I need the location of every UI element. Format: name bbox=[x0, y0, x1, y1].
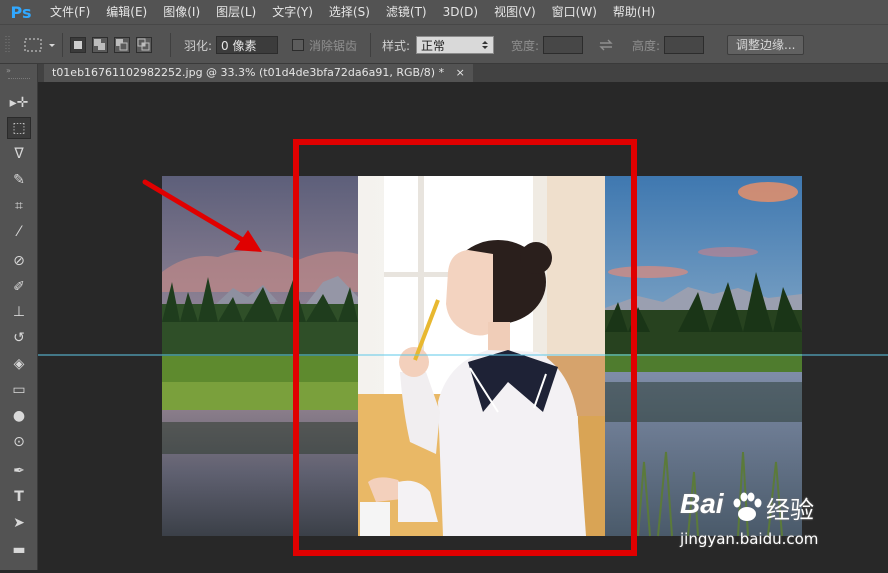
menu-file[interactable]: 文件(F) bbox=[42, 0, 98, 24]
subtract-selection-icon[interactable] bbox=[114, 37, 130, 53]
antialias-checkbox[interactable] bbox=[292, 39, 304, 51]
path-select-tool-icon[interactable]: ➤ bbox=[7, 512, 31, 534]
add-selection-icon[interactable] bbox=[92, 37, 108, 53]
menu-view[interactable]: 视图(V) bbox=[486, 0, 544, 24]
height-input[interactable] bbox=[664, 36, 705, 54]
menu-type[interactable]: 文字(Y) bbox=[264, 0, 321, 24]
document-tab-title: t01eb16761102982252.jpg @ 33.3% (t01d4de… bbox=[52, 66, 445, 79]
watermark-brand: Bai bbox=[680, 488, 724, 519]
shape-tool-icon[interactable]: ▬ bbox=[7, 539, 31, 561]
lasso-tool-icon[interactable]: ᐁ bbox=[7, 143, 31, 165]
feather-label: 羽化: bbox=[184, 38, 213, 53]
menu-3d[interactable]: 3D(D) bbox=[435, 0, 486, 24]
refine-edge-button[interactable]: 调整边缘... bbox=[727, 35, 805, 55]
menu-window[interactable]: 窗口(W) bbox=[544, 0, 605, 24]
style-select-value: 正常 bbox=[421, 39, 446, 53]
type-tool-icon[interactable]: T bbox=[7, 486, 31, 508]
intersect-selection-icon[interactable] bbox=[136, 37, 152, 53]
crop-tool-icon[interactable]: ⌗ bbox=[7, 195, 31, 217]
feather-input[interactable]: 0 像素 bbox=[216, 36, 279, 54]
brush-tool-icon[interactable]: ✐ bbox=[7, 276, 31, 298]
document-tab[interactable]: t01eb16761102982252.jpg @ 33.3% (t01d4de… bbox=[44, 64, 473, 82]
marquee-tool-icon[interactable]: ⬚ bbox=[7, 117, 31, 139]
collapse-panel-icon[interactable]: » bbox=[6, 66, 11, 75]
dodge-tool-icon[interactable]: ⊙ bbox=[7, 431, 31, 453]
selection-mode-group bbox=[70, 25, 152, 65]
baidu-watermark: Bai 经验 jingyan.baidu.com bbox=[678, 486, 888, 556]
toolbox: » ▸✛ ⬚ ᐁ ✎ ⌗ ⁄ ⊘ ✐ ⊥ ↺ ◈ ▭ ● ⊙ ✒ T ➤ ▬ bbox=[0, 64, 38, 570]
updown-arrow-icon bbox=[482, 41, 489, 49]
height-label: 高度: bbox=[632, 38, 661, 53]
move-tool-icon[interactable]: ▸✛ bbox=[7, 92, 31, 114]
menu-edit[interactable]: 编辑(E) bbox=[98, 0, 155, 24]
grip-icon bbox=[5, 36, 10, 54]
swap-dimensions-icon[interactable] bbox=[598, 25, 614, 65]
close-tab-icon[interactable]: × bbox=[456, 66, 465, 79]
canvas-workspace[interactable]: Bai 经验 jingyan.baidu.com bbox=[38, 82, 888, 570]
blur-tool-icon[interactable]: ● bbox=[7, 405, 31, 427]
style-label: 样式: bbox=[382, 38, 411, 53]
watermark-brand-cn: 经验 bbox=[766, 496, 814, 524]
menu-select[interactable]: 选择(S) bbox=[321, 0, 378, 24]
document-tab-bar: t01eb16761102982252.jpg @ 33.3% (t01d4de… bbox=[38, 64, 888, 82]
eyedropper-tool-icon[interactable]: ⁄ bbox=[7, 221, 31, 243]
style-select[interactable]: 正常 bbox=[416, 36, 495, 54]
gradient-tool-icon[interactable]: ▭ bbox=[7, 379, 31, 401]
menu-bar: Ps 文件(F) 编辑(E) 图像(I) 图层(L) 文字(Y) 选择(S) 滤… bbox=[0, 0, 888, 24]
options-grip bbox=[4, 25, 12, 65]
watermark-url: jingyan.baidu.com bbox=[680, 530, 819, 548]
quick-select-tool-icon[interactable]: ✎ bbox=[7, 169, 31, 191]
eraser-tool-icon[interactable]: ◈ bbox=[7, 353, 31, 375]
width-input[interactable] bbox=[543, 36, 584, 54]
menu-layer[interactable]: 图层(L) bbox=[208, 0, 264, 24]
pen-tool-icon[interactable]: ✒ bbox=[7, 460, 31, 482]
paw-icon bbox=[733, 492, 762, 521]
new-selection-icon[interactable] bbox=[70, 37, 86, 53]
menu-help[interactable]: 帮助(H) bbox=[605, 0, 663, 24]
photoshop-logo: Ps bbox=[10, 2, 32, 22]
menu-image[interactable]: 图像(I) bbox=[155, 0, 208, 24]
rect-marquee-preset-icon bbox=[24, 38, 55, 52]
width-label: 宽度: bbox=[511, 38, 540, 53]
healing-brush-tool-icon[interactable]: ⊘ bbox=[7, 250, 31, 272]
options-bar: 羽化: 0 像素 消除锯齿 样式: 正常 宽度: 高度: 调整边缘... bbox=[0, 24, 888, 64]
landscape-left bbox=[162, 176, 358, 536]
history-brush-tool-icon[interactable]: ↺ bbox=[7, 327, 31, 349]
clone-stamp-tool-icon[interactable]: ⊥ bbox=[7, 301, 31, 323]
menu-filter[interactable]: 滤镜(T) bbox=[378, 0, 435, 24]
portrait-middle bbox=[358, 176, 605, 536]
antialias-label: 消除锯齿 bbox=[309, 38, 358, 53]
tool-preset-picker[interactable] bbox=[22, 25, 56, 65]
